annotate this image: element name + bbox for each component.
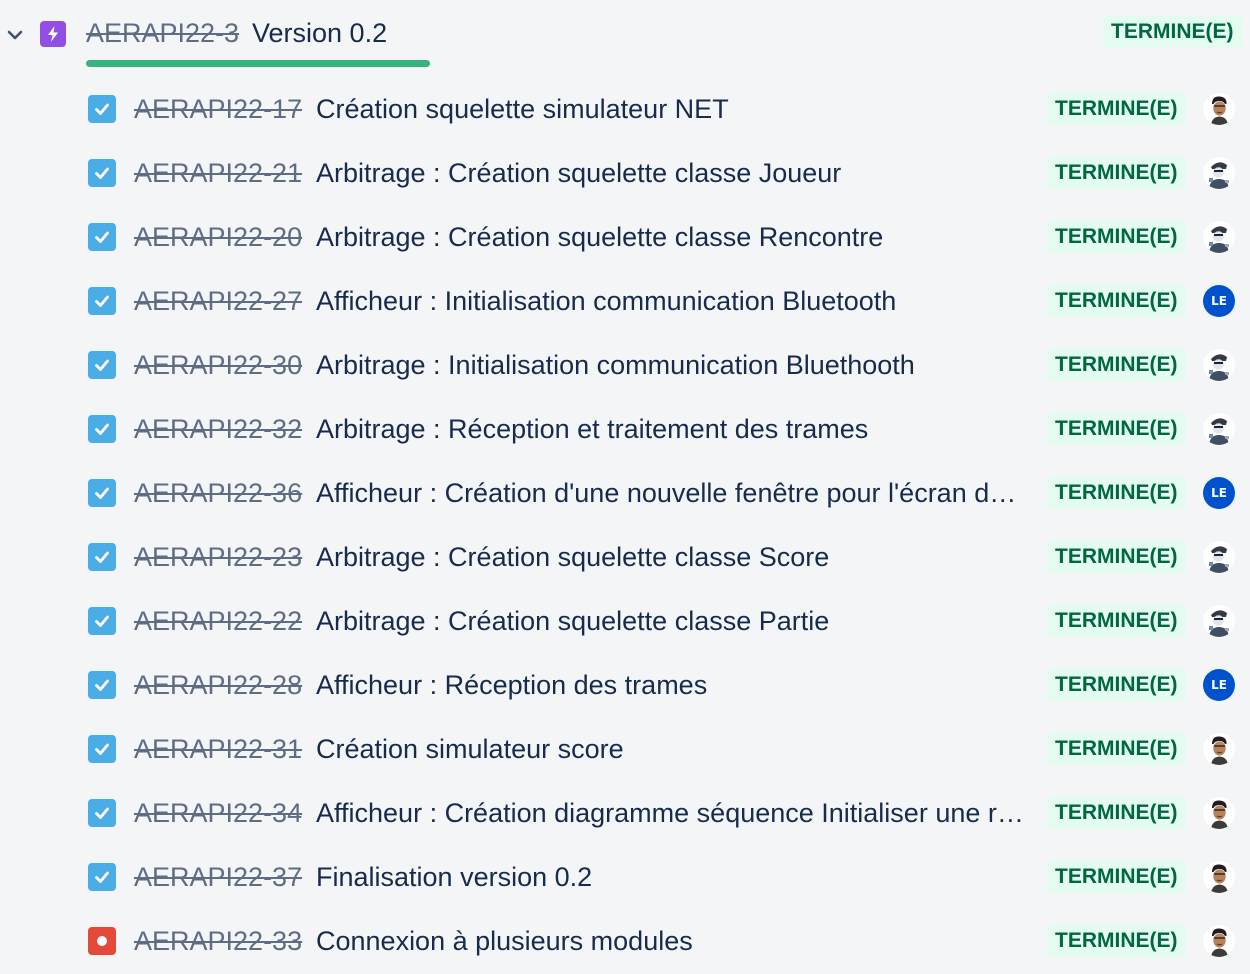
issue-row[interactable]: AERAPI22-20 Arbitrage : Création squelett… bbox=[0, 206, 1250, 270]
issue-row[interactable]: AERAPI22-27 Afficheur : Initialisation co… bbox=[0, 270, 1250, 334]
epic-key-link[interactable]: AERAPI22-3 bbox=[86, 16, 239, 50]
checkbox-task-icon bbox=[88, 287, 116, 315]
issue-row[interactable]: AERAPI22-33 Connexion à plusieurs modules… bbox=[0, 910, 1250, 974]
issue-status-badge[interactable]: TERMINE(E) bbox=[1047, 541, 1186, 573]
issue-key-link[interactable]: AERAPI22-22 bbox=[134, 604, 302, 638]
issue-summary[interactable]: Arbitrage : Création squelette classe Re… bbox=[316, 220, 1038, 254]
chevron-down-icon[interactable] bbox=[4, 24, 26, 46]
issue-key-link[interactable]: AERAPI22-17 bbox=[134, 92, 302, 126]
checkbox-task-icon bbox=[88, 415, 116, 443]
bug-dot-icon bbox=[88, 927, 116, 955]
issue-row[interactable]: AERAPI22-17 Création squelette simulateur… bbox=[0, 78, 1250, 142]
user-avatar-portrait-icon[interactable] bbox=[1203, 861, 1235, 893]
avatar-initials-text: LE bbox=[1211, 486, 1227, 500]
avatar-initials-text: LE bbox=[1211, 294, 1227, 308]
user-avatar-hacker-icon[interactable] bbox=[1203, 157, 1235, 189]
issue-summary[interactable]: Afficheur : Création d'une nouvelle fenê… bbox=[316, 476, 1038, 510]
issue-summary[interactable]: Finalisation version 0.2 bbox=[316, 860, 1038, 894]
issue-key-link[interactable]: AERAPI22-28 bbox=[134, 668, 302, 702]
user-avatar-hacker-icon[interactable] bbox=[1203, 413, 1235, 445]
issue-summary[interactable]: Arbitrage : Création squelette classe Jo… bbox=[316, 156, 1038, 190]
issue-key-link[interactable]: AERAPI22-21 bbox=[134, 156, 302, 190]
epic-title: Version 0.2 bbox=[252, 18, 388, 48]
issue-summary[interactable]: Création squelette simulateur NET bbox=[316, 92, 1038, 126]
issue-status-badge[interactable]: TERMINE(E) bbox=[1047, 861, 1186, 893]
avatar-initials-text: LE bbox=[1211, 678, 1227, 692]
checkbox-task-icon bbox=[88, 799, 116, 827]
issue-row[interactable]: AERAPI22-21 Arbitrage : Création squelett… bbox=[0, 142, 1250, 206]
issue-key-link[interactable]: AERAPI22-27 bbox=[134, 284, 302, 318]
issue-row[interactable]: AERAPI22-28 Afficheur : Réception des tra… bbox=[0, 654, 1250, 718]
epic-row[interactable]: AERAPI22-3 Version 0.2 TERMINE(E) bbox=[0, 0, 1250, 70]
user-avatar-portrait-icon[interactable] bbox=[1203, 797, 1235, 829]
issue-summary[interactable]: Création simulateur score bbox=[316, 732, 1038, 766]
issue-status-badge[interactable]: TERMINE(E) bbox=[1047, 925, 1186, 957]
issue-status-badge[interactable]: TERMINE(E) bbox=[1047, 349, 1186, 381]
checkbox-task-icon bbox=[88, 351, 116, 379]
user-avatar-hacker-icon[interactable] bbox=[1203, 349, 1235, 381]
user-avatar-hacker-icon[interactable] bbox=[1203, 221, 1235, 253]
user-avatar-hacker-icon[interactable] bbox=[1203, 541, 1235, 573]
issue-key-link[interactable]: AERAPI22-23 bbox=[134, 540, 302, 574]
checkbox-task-icon bbox=[88, 223, 116, 251]
issue-status-badge[interactable]: TERMINE(E) bbox=[1047, 93, 1186, 125]
issue-summary[interactable]: Afficheur : Création diagramme séquence … bbox=[316, 796, 1038, 830]
issue-key-link[interactable]: AERAPI22-36 bbox=[134, 476, 302, 510]
issue-row[interactable]: AERAPI22-37 Finalisation version 0.2 TERMI… bbox=[0, 846, 1250, 910]
issue-key-link[interactable]: AERAPI22-20 bbox=[134, 220, 302, 254]
issue-row[interactable]: AERAPI22-22 Arbitrage : Création squelett… bbox=[0, 590, 1250, 654]
user-avatar-initials-icon[interactable]: LE bbox=[1203, 285, 1235, 317]
issue-row[interactable]: AERAPI22-36 Afficheur : Création d'une no… bbox=[0, 462, 1250, 526]
issue-summary[interactable]: Afficheur : Réception des trames bbox=[316, 668, 1038, 702]
user-avatar-initials-icon[interactable]: LE bbox=[1203, 477, 1235, 509]
checkbox-task-icon bbox=[88, 479, 116, 507]
issue-status-badge[interactable]: TERMINE(E) bbox=[1047, 797, 1186, 829]
issue-status-badge[interactable]: TERMINE(E) bbox=[1047, 477, 1186, 509]
issue-status-badge[interactable]: TERMINE(E) bbox=[1047, 285, 1186, 317]
issue-status-badge[interactable]: TERMINE(E) bbox=[1047, 157, 1186, 189]
issue-key-link[interactable]: AERAPI22-37 bbox=[134, 860, 302, 894]
checkbox-task-icon bbox=[88, 863, 116, 891]
epic-lightning-icon bbox=[40, 21, 66, 47]
child-issue-list: AERAPI22-17 Création squelette simulateur… bbox=[0, 78, 1250, 974]
issue-row[interactable]: AERAPI22-34 Afficheur : Création diagramm… bbox=[0, 782, 1250, 846]
issue-summary[interactable]: Arbitrage : Création squelette classe Pa… bbox=[316, 604, 1038, 638]
issue-summary[interactable]: Arbitrage : Initialisation communication… bbox=[316, 348, 1038, 382]
user-avatar-hacker-icon[interactable] bbox=[1203, 605, 1235, 637]
issue-status-badge[interactable]: TERMINE(E) bbox=[1047, 733, 1186, 765]
issue-summary[interactable]: Arbitrage : Création squelette classe Sc… bbox=[316, 540, 1038, 574]
epic-progress-bar bbox=[86, 60, 430, 67]
issue-status-badge[interactable]: TERMINE(E) bbox=[1047, 413, 1186, 445]
issue-row[interactable]: AERAPI22-32 Arbitrage : Réception et trai… bbox=[0, 398, 1250, 462]
issue-status-badge[interactable]: TERMINE(E) bbox=[1047, 605, 1186, 637]
issue-summary[interactable]: Afficheur : Initialisation communication… bbox=[316, 284, 1038, 318]
checkbox-task-icon bbox=[88, 159, 116, 187]
issue-row[interactable]: AERAPI22-31 Création simulateur score TERM… bbox=[0, 718, 1250, 782]
checkbox-task-icon bbox=[88, 543, 116, 571]
checkbox-task-icon bbox=[88, 607, 116, 635]
issue-key-link[interactable]: AERAPI22-33 bbox=[134, 924, 302, 958]
issue-summary[interactable]: Connexion à plusieurs modules bbox=[316, 924, 1038, 958]
user-avatar-portrait-icon[interactable] bbox=[1203, 925, 1235, 957]
issue-summary[interactable]: Arbitrage : Réception et traitement des … bbox=[316, 412, 1038, 446]
user-avatar-portrait-icon[interactable] bbox=[1203, 93, 1235, 125]
checkbox-task-icon bbox=[88, 671, 116, 699]
issue-key-link[interactable]: AERAPI22-34 bbox=[134, 796, 302, 830]
user-avatar-portrait-icon[interactable] bbox=[1203, 733, 1235, 765]
checkbox-task-icon bbox=[88, 95, 116, 123]
issue-key-link[interactable]: AERAPI22-32 bbox=[134, 412, 302, 446]
issue-key-link[interactable]: AERAPI22-31 bbox=[134, 732, 302, 766]
epic-status-badge[interactable]: TERMINE(E) bbox=[1103, 16, 1242, 48]
user-avatar-initials-icon[interactable]: LE bbox=[1203, 669, 1235, 701]
issue-status-badge[interactable]: TERMINE(E) bbox=[1047, 669, 1186, 701]
checkbox-task-icon bbox=[88, 735, 116, 763]
issue-key-link[interactable]: AERAPI22-30 bbox=[134, 348, 302, 382]
issue-row[interactable]: AERAPI22-23 Arbitrage : Création squelett… bbox=[0, 526, 1250, 590]
issue-row[interactable]: AERAPI22-30 Arbitrage : Initialisation co… bbox=[0, 334, 1250, 398]
issue-status-badge[interactable]: TERMINE(E) bbox=[1047, 221, 1186, 253]
